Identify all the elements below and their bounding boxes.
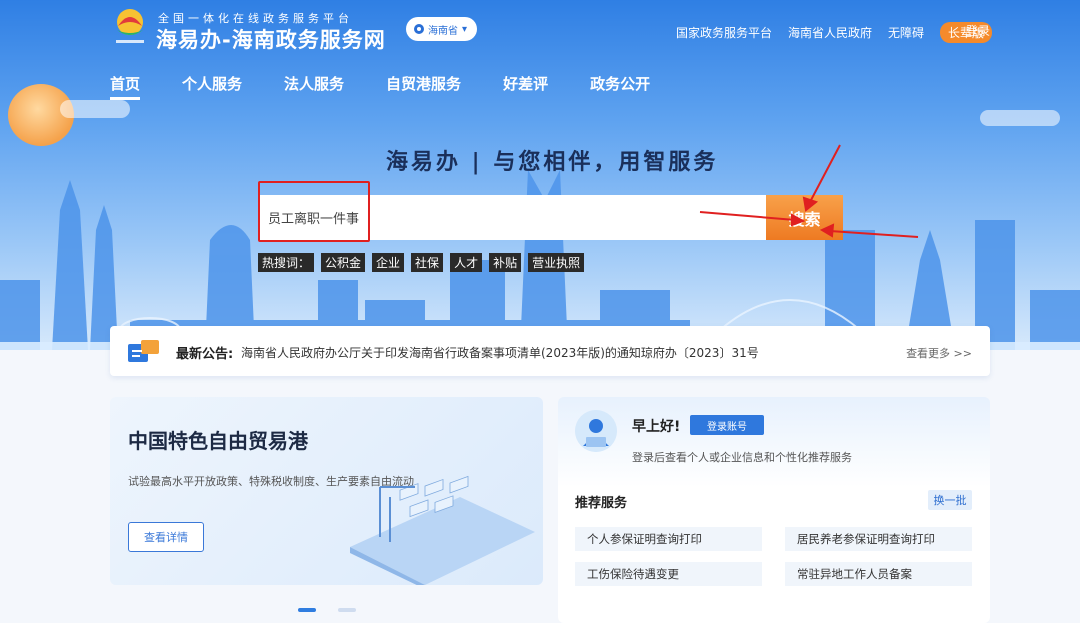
carousel-dots [298,608,356,612]
nav-corporate-services[interactable]: 法人服务 [284,73,344,100]
search-bar: 员工离职一件事 搜索 [258,195,843,240]
service-item[interactable]: 工伤保险待遇变更 [575,562,762,586]
site-title[interactable]: 海易办-海南政务服务网 [156,24,386,54]
recommended-services-title: 推荐服务 [575,496,628,511]
login-hint: 登录后查看个人或企业信息和个性化推荐服务 [632,451,852,464]
announcement-icon [128,340,159,362]
nav-ftz-services[interactable]: 自贸港服务 [386,73,461,100]
search-input[interactable]: 员工离职一件事 [258,195,766,240]
notice-bar: 最新公告: 海南省人民政府办公厅关于印发海南省行政备案事项清单(2023年版)的… [110,326,990,376]
link-national-platform[interactable]: 国家政务服务平台 [676,24,772,41]
hot-word-subsidy[interactable]: 补贴 [489,253,522,272]
greeting: 早上好! [632,419,681,435]
province-selector[interactable]: 海南省 ▾ [406,17,478,41]
ftz-title: 中国特色自由贸易港 [128,429,308,453]
notice-more-link[interactable]: 查看更多 >> [906,345,972,361]
hot-word-enterprise[interactable]: 企业 [372,253,405,272]
user-avatar-icon [575,410,617,452]
nav-personal-services[interactable]: 个人服务 [182,73,242,100]
hero-banner: 全国一体化在线政务服务平台 海易办-海南政务服务网 海南省 ▾ 国家政务服务平台… [0,0,1080,350]
notice-label: 最新公告: [176,347,234,362]
user-card: 早上好! 登录账号 登录后查看个人或企业信息和个性化推荐服务 推荐服务 换一批 … [558,397,990,623]
hot-word-business-license[interactable]: 营业执照 [528,253,585,272]
nav-home[interactable]: 首页 [110,73,141,100]
service-item[interactable]: 居民养老参保证明查询打印 [785,527,972,551]
search-button[interactable]: 搜索 [766,195,843,240]
caret-down-icon: ▾ [462,23,468,35]
link-hainan-government[interactable]: 海南省人民政府 [788,24,872,41]
port-illustration [350,475,535,585]
nav-government-affairs[interactable]: 政务公开 [590,73,650,100]
service-item[interactable]: 个人参保证明查询打印 [575,527,762,551]
main-nav: 首页 个人服务 法人服务 自贸港服务 好差评 政务公开 [110,73,650,100]
hot-word-social-security[interactable]: 社保 [411,253,444,272]
nav-evaluation[interactable]: 好差评 [503,73,548,100]
login-link[interactable]: 登录 [966,22,990,39]
ftz-card: 中国特色自由贸易港 试验最高水平开放政策、特殊税收制度、生产要素自由流动 查看详… [110,397,543,585]
link-accessibility[interactable]: 无障碍 [888,24,924,41]
view-details-button[interactable]: 查看详情 [128,522,204,552]
login-account-button[interactable]: 登录账号 [690,415,764,435]
hot-word-talent[interactable]: 人才 [450,253,483,272]
hainan-logo-icon [116,9,144,43]
carousel-dot-active[interactable] [298,608,316,612]
location-pin-icon [414,24,424,34]
carousel-dot[interactable] [338,608,356,612]
refresh-recommendations-button[interactable]: 换一批 [928,490,972,510]
top-links: 国家政务服务平台 海南省人民政府 无障碍 长辈版 [676,22,992,43]
province-label: 海南省 [428,25,458,37]
notice-text[interactable]: 海南省人民政府办公厅关于印发海南省行政备案事项清单(2023年版)的通知琼府办〔… [241,344,759,361]
hot-search-label: 热搜词： [258,253,315,272]
hot-word-housing-fund[interactable]: 公积金 [321,253,366,272]
hot-search-words: 热搜词： 公积金 企业 社保 人才 补贴 营业执照 [258,253,585,272]
service-item[interactable]: 常驻异地工作人员备案 [785,562,972,586]
hero-slogan: 海易办 | 与您相伴，用智服务 [386,149,719,175]
